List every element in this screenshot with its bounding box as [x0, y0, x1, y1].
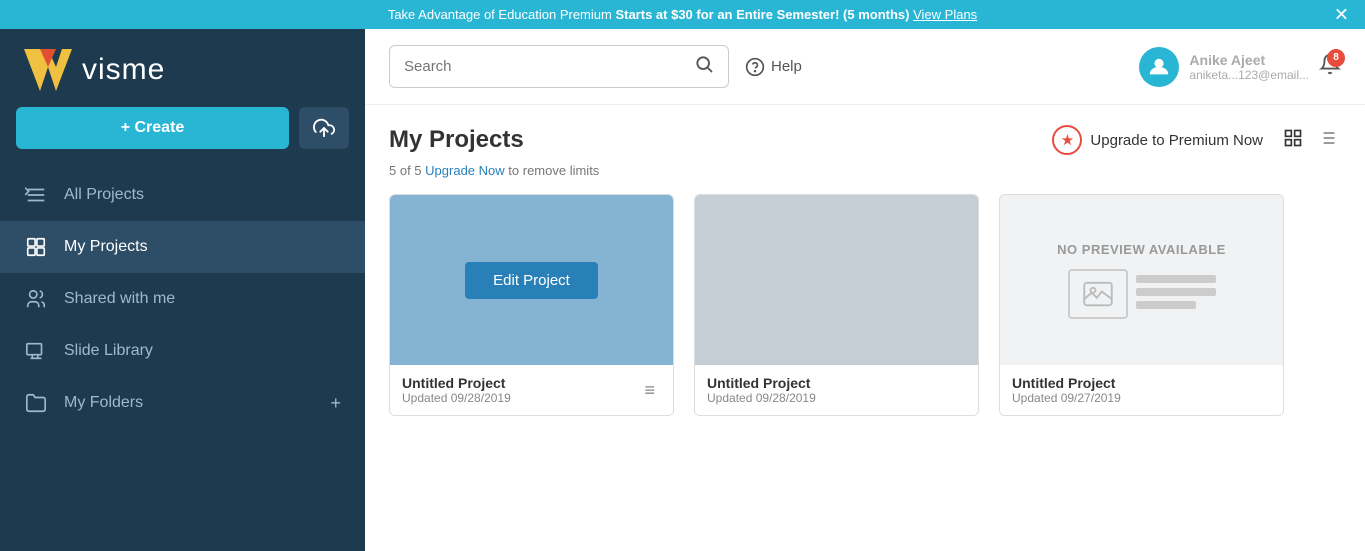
all-projects-label: All Projects	[64, 186, 144, 204]
banner-close-button[interactable]: ✕	[1334, 4, 1349, 25]
grid-view-button[interactable]	[1279, 126, 1307, 155]
visme-logo-text: visme	[82, 53, 165, 87]
project-date-1: Updated 09/28/2019	[402, 391, 511, 405]
project-menu-button-1[interactable]: ≡	[638, 378, 661, 403]
slide-library-icon	[24, 339, 48, 363]
search-box	[389, 45, 729, 88]
table-row[interactable]: Edit Project Untitled Project Updated 09…	[389, 194, 674, 416]
sidebar-actions: + Create	[0, 107, 365, 169]
top-banner: Take Advantage of Education Premium Star…	[0, 0, 1365, 29]
upgrade-now-link[interactable]: Upgrade Now	[425, 163, 505, 178]
list-icon	[1317, 128, 1337, 148]
shared-with-me-label: Shared with me	[64, 290, 175, 308]
search-input[interactable]	[404, 58, 684, 75]
content-area: Help Anike Ajeet aniketa...123@email...	[365, 29, 1365, 551]
my-folders-label: My Folders	[64, 394, 143, 412]
upload-button[interactable]	[299, 107, 349, 149]
header-right: ★ Upgrade to Premium Now	[1052, 125, 1341, 155]
project-thumbnail-2: Edit Project	[695, 195, 978, 365]
project-info-2: Untitled Project Updated 09/28/2019	[695, 365, 978, 415]
sidebar-item-my-projects[interactable]: My Projects	[0, 221, 365, 273]
all-projects-icon	[24, 183, 48, 207]
user-name: Anike Ajeet	[1189, 52, 1309, 68]
grid-icon	[1283, 128, 1303, 148]
projects-count: 5 of 5	[389, 163, 422, 178]
main-layout: visme + Create	[0, 29, 1365, 551]
limit-text: to remove limits	[508, 163, 599, 178]
create-button[interactable]: + Create	[16, 107, 289, 149]
sidebar: visme + Create	[0, 29, 365, 551]
project-overlay-1: Edit Project	[390, 195, 673, 365]
notifications-button[interactable]: 8	[1319, 53, 1341, 81]
projects-area: My Projects ★ Upgrade to Premium Now	[365, 105, 1365, 551]
user-area: Anike Ajeet aniketa...123@email... 8	[1139, 47, 1341, 87]
upload-icon	[313, 117, 335, 139]
help-icon	[745, 57, 765, 77]
add-folder-button[interactable]: +	[330, 393, 341, 414]
search-button[interactable]	[694, 54, 714, 79]
my-projects-icon	[24, 235, 48, 259]
project-info-3: Untitled Project Updated 09/27/2019	[1000, 365, 1283, 415]
visme-logo-icon	[24, 49, 72, 91]
upgrade-label: Upgrade to Premium Now	[1090, 132, 1263, 149]
projects-grid: Edit Project Untitled Project Updated 09…	[389, 194, 1341, 416]
sidebar-nav: All Projects My Projects	[0, 169, 365, 429]
upgrade-star-icon: ★	[1052, 125, 1082, 155]
user-icon	[1148, 56, 1170, 78]
help-button[interactable]: Help	[745, 57, 802, 77]
projects-header: My Projects ★ Upgrade to Premium Now	[389, 125, 1341, 155]
content-header: Help Anike Ajeet aniketa...123@email...	[365, 29, 1365, 105]
avatar[interactable]	[1139, 47, 1179, 87]
sidebar-item-shared-with-me[interactable]: Shared with me	[0, 273, 365, 325]
list-view-button[interactable]	[1313, 126, 1341, 155]
banner-link[interactable]: View Plans	[913, 7, 977, 22]
user-email: aniketa...123@email...	[1189, 68, 1309, 82]
sidebar-item-my-folders[interactable]: My Folders +	[0, 377, 365, 429]
slide-library-label: Slide Library	[64, 342, 153, 360]
my-folders-icon	[24, 391, 48, 415]
notification-badge: 8	[1327, 49, 1345, 67]
shared-icon	[24, 287, 48, 311]
project-date-2: Updated 09/28/2019	[707, 391, 816, 405]
page-title: My Projects	[389, 126, 524, 154]
table-row[interactable]: Edit Project Untitled Project Updated 09…	[694, 194, 979, 416]
banner-text: Take Advantage of Education Premium Star…	[388, 7, 977, 22]
help-label: Help	[771, 58, 802, 75]
edit-project-button-2[interactable]: Edit Project	[770, 262, 903, 299]
table-row[interactable]: NO PREVIEW AVAILABLE	[999, 194, 1284, 416]
edit-project-button-1[interactable]: Edit Project	[465, 262, 598, 299]
search-icon	[694, 54, 714, 74]
user-info: Anike Ajeet aniketa...123@email...	[1189, 52, 1309, 82]
project-info-1: Untitled Project Updated 09/28/2019 ≡	[390, 365, 673, 415]
view-toggle	[1279, 126, 1341, 155]
project-thumbnail-1: Edit Project	[390, 195, 673, 365]
project-name-1: Untitled Project	[402, 375, 511, 391]
sidebar-item-slide-library[interactable]: Slide Library	[0, 325, 365, 377]
sidebar-item-all-projects[interactable]: All Projects	[0, 169, 365, 221]
project-name-2: Untitled Project	[707, 375, 816, 391]
my-projects-label: My Projects	[64, 238, 148, 256]
project-date-3: Updated 09/27/2019	[1012, 391, 1121, 405]
sidebar-logo: visme	[0, 29, 365, 107]
upgrade-premium-button[interactable]: ★ Upgrade to Premium Now	[1052, 125, 1263, 155]
project-thumbnail-3: NO PREVIEW AVAILABLE	[1000, 195, 1283, 365]
edit-project-button-3[interactable]: Edit Project	[1075, 262, 1208, 299]
projects-meta: 5 of 5 Upgrade Now to remove limits	[389, 163, 1341, 178]
project-name-3: Untitled Project	[1012, 375, 1121, 391]
